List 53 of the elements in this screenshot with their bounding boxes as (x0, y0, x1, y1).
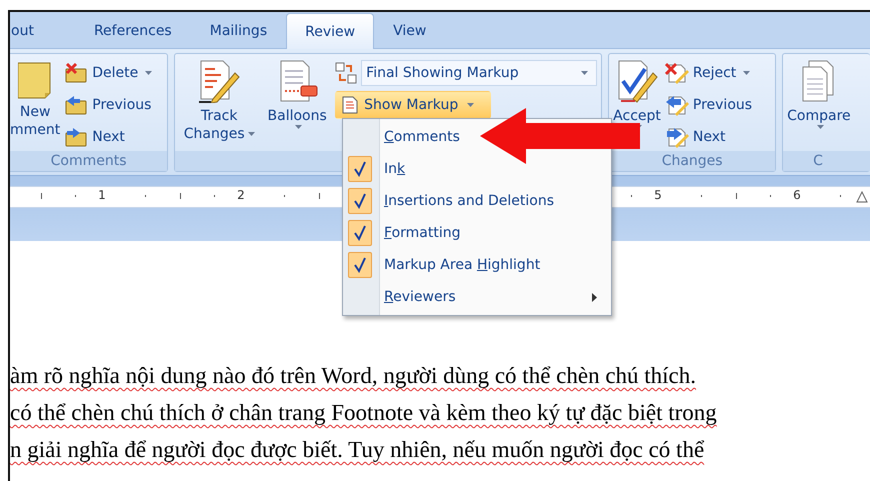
display-dropdown[interactable]: Final Showing Markup (361, 60, 598, 86)
menu-item[interactable]: Comments (384, 129, 460, 145)
group-label: Comments (10, 151, 168, 171)
ruler-number: 5 (653, 188, 663, 202)
reject-pencil-icon (664, 62, 689, 84)
checkbox[interactable] (348, 156, 372, 182)
ruler-number: 2 (236, 188, 246, 202)
ruler-number: 1 (97, 188, 107, 202)
menu-item[interactable]: Formatting (384, 225, 460, 241)
previous-button[interactable]: Previous (64, 91, 152, 119)
checkbox[interactable] (348, 220, 372, 246)
reject-button[interactable]: Reject (664, 59, 752, 87)
forward-pencil-icon (664, 126, 689, 148)
submenu-arrow-icon (592, 292, 597, 302)
checkmark-icon (353, 257, 367, 273)
document-text-line: n giải nghĩa để người đọc được biết. Tuy nhiên, nếu muốn người đọc có thể (10, 436, 706, 464)
back-pencil-icon (664, 94, 689, 116)
document-icon (342, 96, 358, 114)
new-comment-button[interactable]: New mment (10, 57, 60, 151)
menu-item[interactable]: Markup Area Highlight (384, 257, 540, 273)
ribbon-tab[interactable]: References (74, 12, 191, 48)
caret-icon (581, 71, 588, 75)
next-button[interactable]: Next (64, 123, 152, 151)
checkbox[interactable] (348, 188, 372, 214)
menu-item[interactable]: Insertions and Deletions (384, 193, 554, 209)
display-mode-icon (335, 62, 358, 84)
document-text-line: àm rõ nghĩa nội dung nào đó trên Word, người dùng có thể chèn chú thích. (10, 362, 698, 390)
group-label: Changes (609, 151, 776, 171)
folder-back-icon (64, 95, 88, 115)
checkmark-icon (353, 225, 367, 241)
group-label: C (783, 151, 870, 171)
next-change-button[interactable]: Next (664, 123, 752, 151)
document-text-line: có thể chèn chú thích ở chân trang Footnote và kèm theo ký tự đặc biệt trong (10, 399, 718, 427)
folder-delete-icon (64, 63, 88, 83)
folder-forward-icon (64, 127, 88, 147)
previous-change-button[interactable]: Previous (664, 91, 752, 119)
ribbon-tab[interactable]: Mailings (190, 12, 286, 48)
accept-button[interactable]: Accept (613, 57, 661, 151)
delete-button[interactable]: Delete (64, 59, 152, 87)
track-changes-button[interactable]: Track Changes (179, 57, 260, 143)
ribbon-tab[interactable]: out (10, 12, 53, 48)
balloons-button[interactable]: Balloons (263, 57, 332, 129)
compare-button[interactable]: Compare (787, 57, 851, 151)
ribbon-tab[interactable]: View (374, 12, 446, 48)
checkbox[interactable] (348, 252, 372, 278)
checkmark-icon (353, 193, 367, 209)
checkmark-icon (353, 161, 367, 177)
ruler-number: 6 (792, 188, 802, 202)
show-markup-button[interactable]: Show Markup (335, 91, 492, 119)
menu-item[interactable]: Ink (384, 161, 406, 177)
submenu-item[interactable]: Reviewers (384, 289, 456, 305)
ribbon-tab[interactable]: Review (286, 13, 374, 49)
document-pencil-icon (197, 59, 242, 103)
